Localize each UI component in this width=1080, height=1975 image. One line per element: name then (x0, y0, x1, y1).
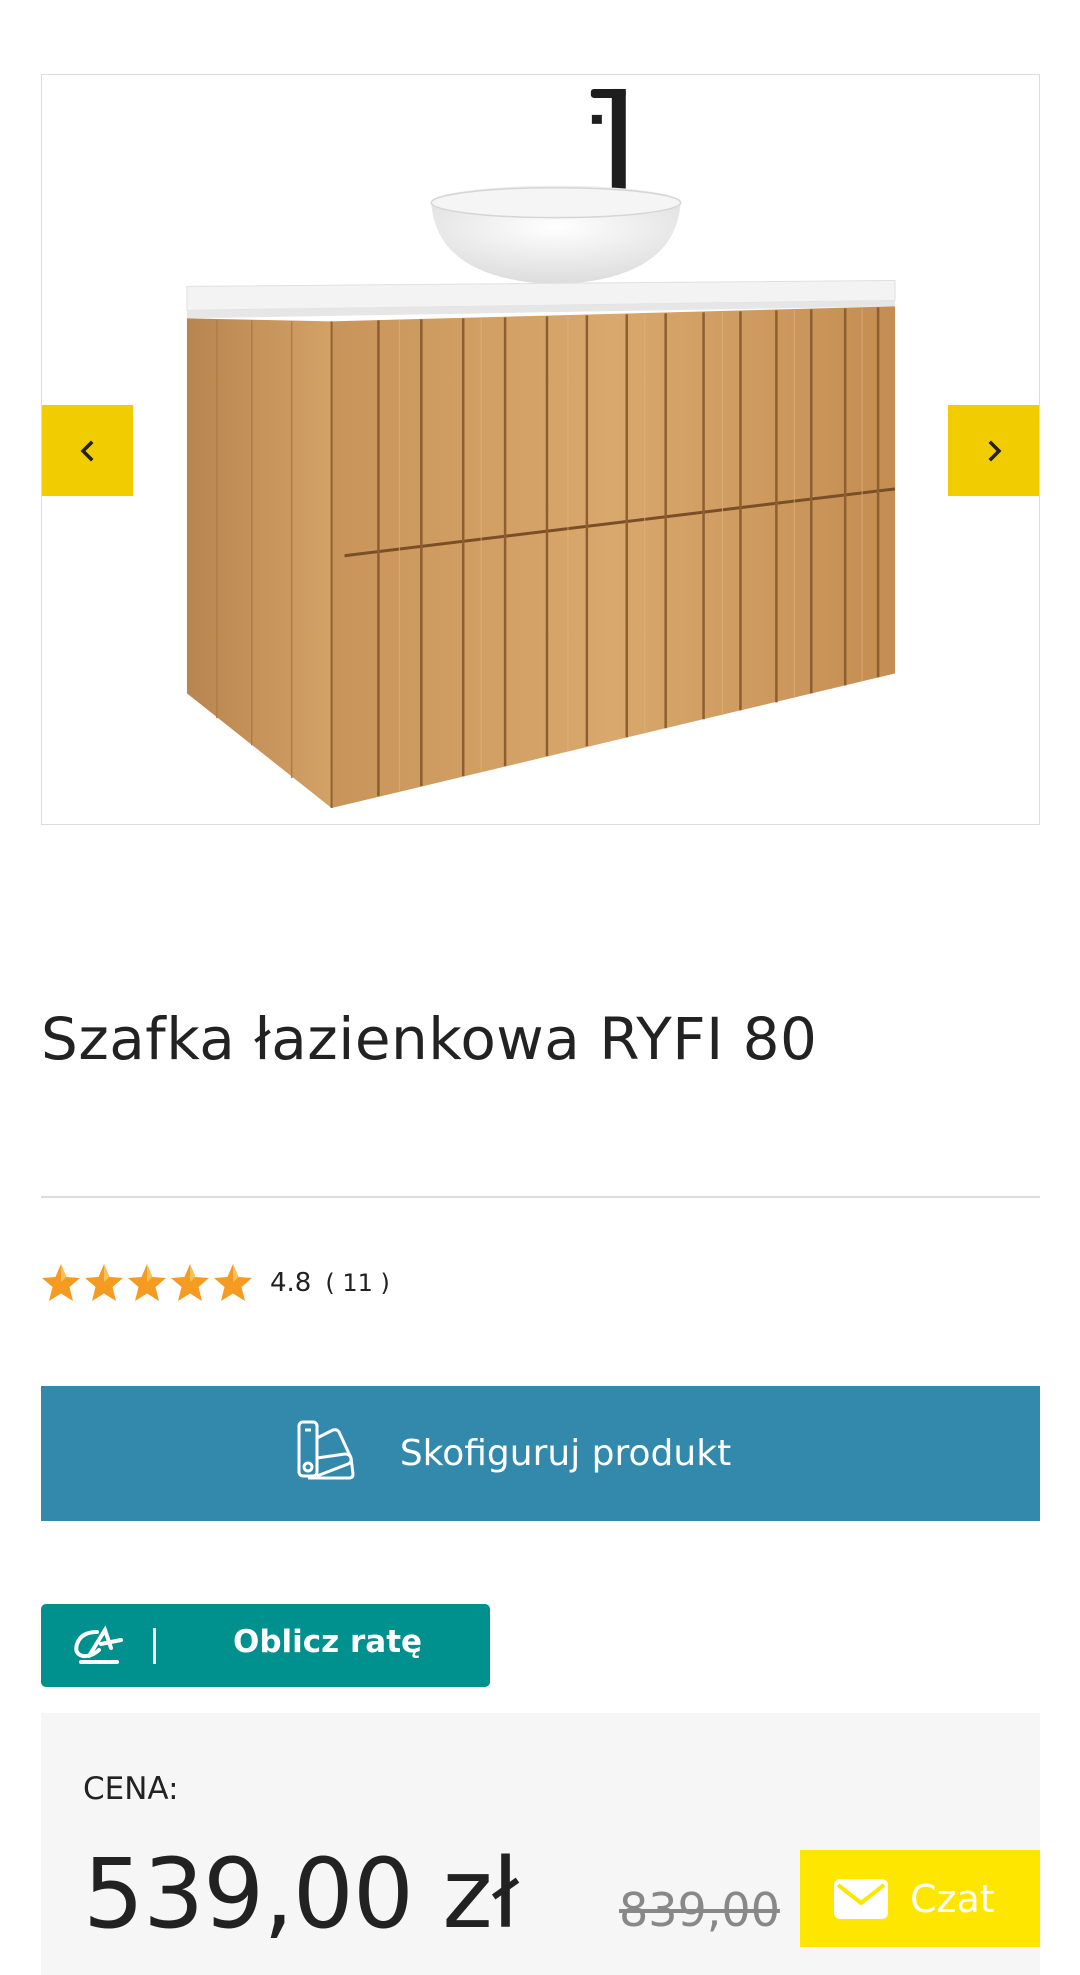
separator (153, 1628, 156, 1664)
price-old: 839,00 (619, 1883, 780, 1937)
chevron-left-icon (80, 440, 93, 461)
palette-swatch-icon (297, 1420, 355, 1480)
price-label: CENA: (83, 1771, 179, 1807)
star-icon (128, 1264, 166, 1301)
star-icon (171, 1264, 209, 1301)
rating-value: 4.8 (270, 1268, 312, 1298)
gallery-next-button[interactable] (948, 405, 1039, 496)
rating-count[interactable]: ( 11 ) (325, 1269, 390, 1297)
chat-button[interactable]: Czat (800, 1850, 1040, 1947)
star-icon (85, 1264, 123, 1301)
divider (41, 1196, 1040, 1198)
gallery-prev-button[interactable] (42, 405, 133, 496)
price-current: 539,00 zł (83, 1838, 519, 1950)
star-icon (214, 1264, 252, 1301)
product-rating[interactable]: 4.8 ( 11 ) (41, 1260, 390, 1306)
product-gallery (41, 74, 1040, 825)
credit-agricole-logo (74, 1626, 123, 1664)
star-icon (42, 1264, 80, 1301)
configure-product-label: Skofiguruj produkt (399, 1433, 732, 1474)
calculate-installment-button[interactable]: Oblicz ratę (41, 1604, 490, 1687)
installment-label: Oblicz ratę (233, 1624, 423, 1660)
rating-stars (41, 1262, 256, 1304)
product-image (186, 88, 896, 809)
configure-product-button[interactable]: Skofiguruj produkt (41, 1386, 1040, 1521)
chat-label: Czat (910, 1876, 995, 1921)
envelope-icon (834, 1878, 888, 1919)
product-title: Szafka łazienkowa RYFI 80 (41, 1005, 818, 1073)
chevron-right-icon (988, 440, 1001, 461)
